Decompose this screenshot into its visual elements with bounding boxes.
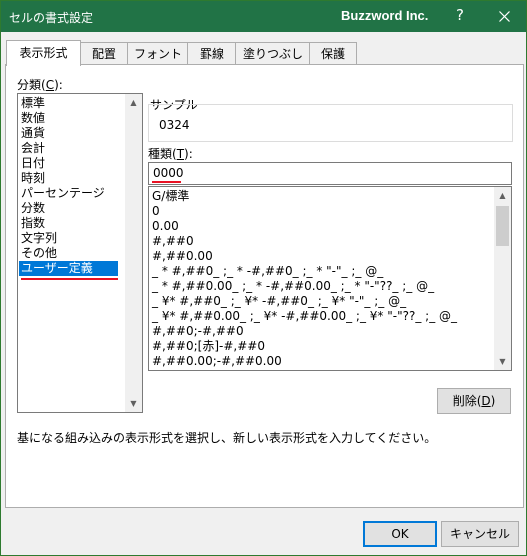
sample-value: 0324 <box>159 118 190 132</box>
list-item[interactable]: 数値 <box>21 111 45 126</box>
list-item[interactable]: _ ¥* #,##0_ ;_ ¥* -#,##0_ ;_ ¥* "-"_ ;_ … <box>152 294 406 309</box>
list-item[interactable]: _ * #,##0.00_ ;_ * -#,##0.00_ ;_ * "-"??… <box>152 279 434 294</box>
type-input-underline <box>152 181 181 183</box>
scroll-down-icon[interactable]: ▼ <box>494 353 511 370</box>
category-scrollbar[interactable]: ▲ ▼ <box>125 94 142 412</box>
list-item[interactable]: G/標準 <box>152 189 189 204</box>
list-item[interactable]: 0 <box>152 204 160 219</box>
type-input-value: 0000 <box>153 166 184 180</box>
tab-font[interactable]: フォント <box>127 42 189 65</box>
category-list[interactable]: 標準 数値 通貨 会計 日付 時刻 パーセンテージ 分数 指数 文字列 その他 … <box>17 93 143 413</box>
scroll-up-icon[interactable]: ▲ <box>494 187 511 204</box>
description-text: 基になる組み込みの表示形式を選択し、新しい表示形式を入力してください。 <box>17 431 437 445</box>
list-item[interactable]: #,##0;-#,##0 <box>152 324 244 339</box>
scroll-up-icon[interactable]: ▲ <box>125 94 142 111</box>
list-item[interactable]: #,##0.00;-#,##0.00 <box>152 354 282 369</box>
category-label: 分類(C): <box>17 78 63 92</box>
tab-protection[interactable]: 保護 <box>309 42 357 65</box>
dialog-title: セルの書式設定 <box>9 11 94 25</box>
list-item[interactable]: 時刻 <box>21 171 45 186</box>
list-item[interactable]: #,##0;[赤]-#,##0 <box>152 339 265 354</box>
help-button[interactable]: ? <box>453 6 467 24</box>
list-item[interactable]: 日付 <box>21 156 45 171</box>
selection-underline <box>21 278 118 280</box>
tab-fill[interactable]: 塗りつぶし <box>235 42 311 65</box>
type-input[interactable]: 0000 <box>148 162 512 185</box>
list-item[interactable]: パーセンテージ <box>21 186 105 201</box>
list-item[interactable]: 文字列 <box>21 231 57 246</box>
scroll-down-icon[interactable]: ▼ <box>125 395 142 412</box>
ok-button[interactable]: OK <box>363 521 437 547</box>
list-item-selected[interactable]: ユーザー定義 <box>19 261 118 276</box>
format-cells-dialog: セルの書式設定 Buzzword Inc. ? 表示形式 配置 フォント 罫線 … <box>0 0 527 556</box>
tab-number[interactable]: 表示形式 <box>6 40 81 66</box>
type-scrollbar[interactable]: ▲ ▼ <box>494 187 511 370</box>
cancel-button[interactable]: キャンセル <box>441 521 519 547</box>
title-bar: セルの書式設定 Buzzword Inc. ? <box>1 1 526 32</box>
list-item[interactable]: 会計 <box>21 141 45 156</box>
type-label: 種類(T): <box>148 147 193 161</box>
sample-box: 0324 <box>148 104 513 142</box>
list-item[interactable]: _ ¥* #,##0.00_ ;_ ¥* -#,##0.00_ ;_ ¥* "-… <box>152 309 457 324</box>
type-list[interactable]: G/標準 0 0.00 #,##0 #,##0.00 _ * #,##0_ ;_… <box>148 186 512 371</box>
brand-name: Buzzword Inc. <box>341 8 429 23</box>
list-item[interactable]: 分数 <box>21 201 45 216</box>
list-item[interactable]: #,##0.00 <box>152 249 213 264</box>
close-button[interactable] <box>484 1 526 32</box>
list-item[interactable]: 0.00 <box>152 219 179 234</box>
list-item[interactable]: その他 <box>21 246 57 261</box>
scroll-thumb[interactable] <box>496 206 509 246</box>
tab-border[interactable]: 罫線 <box>187 42 237 65</box>
list-item[interactable]: 通貨 <box>21 126 45 141</box>
list-item[interactable]: _ * #,##0_ ;_ * -#,##0_ ;_ * "-"_ ;_ @_ <box>152 264 383 279</box>
delete-button[interactable]: 削除(D) <box>437 388 511 414</box>
tab-strip: 表示形式 配置 フォント 罫線 塗りつぶし 保護 <box>5 40 525 66</box>
list-item[interactable]: 指数 <box>21 216 45 231</box>
tab-alignment[interactable]: 配置 <box>79 42 129 65</box>
number-tab-panel: 分類(C): 標準 数値 通貨 会計 日付 時刻 パーセンテージ 分数 指数 文… <box>5 64 524 508</box>
list-item[interactable]: #,##0 <box>152 234 194 249</box>
list-item[interactable]: 標準 <box>21 96 45 111</box>
close-icon <box>499 11 510 22</box>
